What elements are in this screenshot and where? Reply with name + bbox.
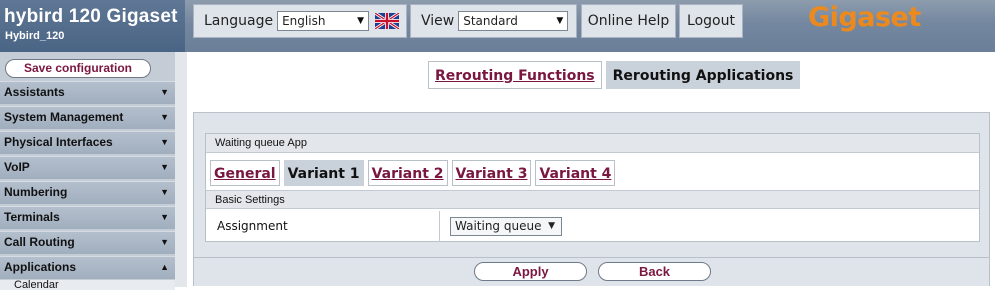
chevron-down-icon: ▼ (160, 212, 169, 222)
sidebar-divider (175, 52, 187, 287)
brand-title: hybird 120 Gigaset (4, 6, 178, 27)
menu-item-applications[interactable]: Applications ▲ (0, 256, 175, 279)
chevron-down-icon: ▼ (357, 16, 365, 26)
menu-item-terminals[interactable]: Terminals ▼ (0, 206, 175, 229)
menu-item-label: Numbering (4, 185, 68, 199)
main-panel: Waiting queue App General Variant 1 Vari… (193, 112, 990, 286)
menu-item-label: Physical Interfaces (4, 135, 113, 149)
chevron-down-icon: ▼ (160, 87, 169, 97)
logout-button[interactable]: Logout (679, 4, 743, 38)
language-label: Language (204, 13, 274, 29)
menu-item-physical-interfaces[interactable]: Physical Interfaces ▼ (0, 131, 175, 154)
menu-item-system-management[interactable]: System Management ▼ (0, 106, 175, 129)
tab-general[interactable]: General (210, 160, 280, 186)
language-select[interactable]: English ▼ (277, 11, 370, 31)
tab-variant-3[interactable]: Variant 3 (451, 160, 532, 186)
back-button[interactable]: Back (598, 262, 711, 281)
tab-variant-1[interactable]: Variant 1 (283, 160, 364, 186)
section-title-basic-settings: Basic Settings (206, 190, 979, 209)
section-title-waiting-queue: Waiting queue App (206, 134, 979, 153)
menu-item-assistants[interactable]: Assistants ▼ (0, 81, 175, 104)
tab-variant-4[interactable]: Variant 4 (535, 160, 616, 186)
tab-rerouting-functions[interactable]: Rerouting Functions (428, 61, 602, 89)
variant-tabs: General Variant 1 Variant 2 Variant 3 Va… (210, 160, 619, 186)
uk-flag-icon[interactable] (375, 13, 400, 29)
menu-item-label: Assistants (4, 85, 65, 99)
view-select[interactable]: Standard ▼ (458, 11, 569, 31)
chevron-down-icon: ▼ (556, 16, 564, 26)
rerouting-tabs: Rerouting Functions Rerouting Applicatio… (428, 61, 801, 89)
online-help-button[interactable]: Online Help (581, 4, 676, 38)
save-configuration-button[interactable]: Save configuration (5, 59, 151, 78)
chevron-down-icon: ▼ (160, 137, 169, 147)
chevron-down-icon: ▼ (160, 187, 169, 197)
view-value: Standard (463, 14, 518, 28)
menu-item-voip[interactable]: VoIP ▼ (0, 156, 175, 179)
language-value: English (282, 14, 326, 28)
chevron-down-icon: ▼ (160, 112, 169, 122)
chevron-down-icon: ▼ (160, 162, 169, 172)
divider (439, 211, 440, 242)
menu-item-label: VoIP (4, 160, 30, 174)
apply-button[interactable]: Apply (474, 262, 587, 281)
gigaset-logo: Gigaset (808, 2, 921, 33)
brand-subtitle: Hybird_120 (5, 30, 65, 42)
tab-variant-2[interactable]: Variant 2 (367, 160, 448, 186)
assignment-label: Assignment (217, 219, 288, 233)
view-panel: View Standard ▼ (410, 4, 577, 38)
assignment-select[interactable]: Waiting queue ▼ (450, 217, 562, 236)
chevron-down-icon: ▼ (160, 237, 169, 247)
brand-block: hybird 120 Gigaset Hybird_120 (0, 0, 185, 52)
menu-item-label: Terminals (4, 210, 60, 224)
menu-item-call-routing[interactable]: Call Routing ▼ (0, 231, 175, 254)
menu-item-label: Applications (4, 260, 77, 274)
submenu-item-calendar[interactable]: Calendar (0, 280, 175, 290)
settings-box: Waiting queue App General Variant 1 Vari… (205, 133, 980, 242)
menu-item-numbering[interactable]: Numbering ▼ (0, 181, 175, 204)
language-panel: Language English ▼ (193, 4, 407, 38)
assignment-row: Assignment Waiting queue ▼ (206, 211, 979, 242)
assignment-value: Waiting queue (455, 219, 542, 233)
sidebar: Save configuration Assistants ▼ System M… (0, 52, 175, 290)
tab-rerouting-applications[interactable]: Rerouting Applications (605, 61, 801, 89)
header-bar: hybird 120 Gigaset Hybird_120 Language E… (0, 0, 995, 52)
menu-item-label: System Management (4, 110, 124, 124)
chevron-down-icon: ▼ (548, 221, 555, 231)
view-label: View (421, 13, 455, 29)
chevron-up-icon: ▲ (160, 262, 169, 272)
menu-item-label: Call Routing (4, 235, 75, 249)
button-bar: Apply Back (194, 257, 989, 286)
